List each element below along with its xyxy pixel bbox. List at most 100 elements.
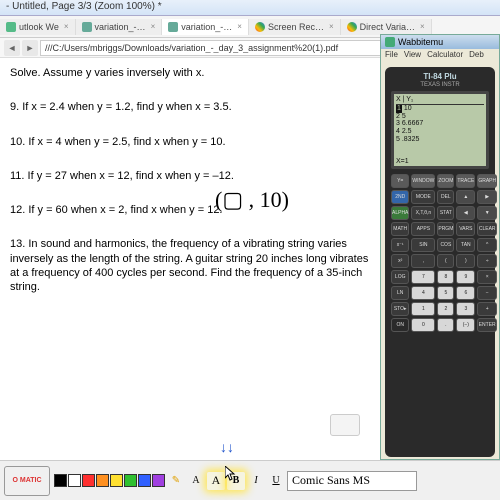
window-title-bar: - Untitled, Page 3/3 (Zoom 100%) * [0,0,500,16]
key-5[interactable]: 5 [437,286,454,300]
key-stat[interactable]: STAT [437,206,454,220]
key-lparen[interactable]: ( [437,254,454,268]
menu-calculator[interactable]: Calculator [427,50,463,62]
key-vars[interactable]: VARS [456,222,475,236]
key-math[interactable]: MATH [391,222,409,236]
swatch-red[interactable] [82,474,95,487]
tab-direct-var[interactable]: Direct Varia…× [341,19,432,35]
recording-indicator[interactable] [330,414,360,436]
key-8[interactable]: 8 [437,270,454,284]
key-div[interactable]: ÷ [477,254,497,268]
swatch-purple[interactable] [152,474,165,487]
close-icon[interactable]: × [329,22,334,31]
key-tan[interactable]: TAN [456,238,475,252]
pen-tool[interactable]: ✎ [167,472,185,490]
key-neg[interactable]: (−) [456,318,475,332]
handwritten-annotation: (▢ , 10) [215,186,289,215]
close-icon[interactable]: × [237,22,242,31]
underline-button[interactable]: U [267,472,285,490]
key-inv[interactable]: x⁻¹ [391,238,409,252]
key-3[interactable]: 3 [456,302,475,316]
close-icon[interactable]: × [151,22,156,31]
wabbitemu-window[interactable]: Wabbitemu File View Calculator Deb TI-84… [380,34,500,460]
menu-debug[interactable]: Deb [469,50,484,62]
key-enter[interactable]: ENTER [477,318,497,332]
key-up[interactable]: ▲ [456,190,475,204]
key-add[interactable]: + [477,302,497,316]
calculator-body: TI-84 Plu TEXAS INSTR X | Y₁ 1 10 2 5 3 … [385,67,495,457]
screencast-logo-button[interactable]: O MATIC [4,466,50,496]
window-title: - Untitled, Page 3/3 (Zoom 100%) * [6,1,162,12]
key-9[interactable]: 9 [456,270,475,284]
key-on[interactable]: ON [391,318,409,332]
swatch-orange[interactable] [96,474,109,487]
close-icon[interactable]: × [420,22,425,31]
key-graph[interactable]: GRAPH [477,174,497,188]
key-7[interactable]: 7 [411,270,435,284]
forward-button[interactable]: ► [22,40,38,56]
key-6[interactable]: 6 [456,286,475,300]
key-4[interactable]: 4 [411,286,435,300]
key-trace[interactable]: TRACE [456,174,475,188]
calc-keypad: Y= WINDOW ZOOM TRACE GRAPH 2ND MODE DEL … [389,172,491,334]
key-left[interactable]: ◀ [456,206,475,220]
key-sin[interactable]: SIN [411,238,435,252]
key-log[interactable]: LOG [391,270,409,284]
key-del[interactable]: DEL [437,190,454,204]
key-rparen[interactable]: ) [456,254,475,268]
key-0[interactable]: 0 [411,318,435,332]
key-right[interactable]: ▶ [477,190,497,204]
key-sub[interactable]: − [477,286,497,300]
key-dot[interactable]: . [437,318,454,332]
key-sto[interactable]: STO▸ [391,302,409,316]
swatch-black[interactable] [54,474,67,487]
key-prgm[interactable]: PRGM [437,222,454,236]
tab-variation-1[interactable]: variation_-…× [76,19,163,35]
text-size-small[interactable]: A [187,472,205,490]
key-comma[interactable]: , [411,254,435,268]
key-down[interactable]: ▼ [477,206,497,220]
emu-title-bar[interactable]: Wabbitemu [381,35,499,49]
document-viewer[interactable]: Solve. Assume y varies inversely with x.… [0,58,380,460]
key-y[interactable]: Y= [391,174,409,188]
key-clear[interactable]: CLEAR [477,222,497,236]
tab-icon [168,22,178,32]
key-window[interactable]: WINDOW [411,174,435,188]
screen-row: 4 2.5 [396,128,484,136]
tab-screen-rec[interactable]: Screen Rec…× [249,19,341,35]
key-2nd[interactable]: 2ND [391,190,409,204]
swatch-yellow[interactable] [110,474,123,487]
key-cos[interactable]: COS [437,238,454,252]
tab-icon [347,22,357,32]
tab-variation-2[interactable]: variation_-…× [162,19,249,35]
question-12: 12. If y = 60 when x = 2, find x when y … [10,203,370,217]
tab-icon [255,22,265,32]
key-sq[interactable]: x² [391,254,409,268]
font-select[interactable] [287,471,417,491]
swatch-blue[interactable] [138,474,151,487]
close-icon[interactable]: × [64,22,69,31]
key-mul[interactable]: × [477,270,497,284]
key-pow[interactable]: ^ [477,238,497,252]
calc-model: TI-84 Plu [389,71,491,82]
key-mode[interactable]: MODE [411,190,435,204]
menu-file[interactable]: File [385,50,398,62]
key-alpha[interactable]: ALPHA [391,206,409,220]
key-2[interactable]: 2 [437,302,454,316]
key-ln[interactable]: LN [391,286,409,300]
menu-view[interactable]: View [404,50,421,62]
swatch-green[interactable] [124,474,137,487]
key-zoom[interactable]: ZOOM [437,174,454,188]
emu-icon [385,37,395,47]
calc-screen: X | Y₁ 1 10 2 5 3 6.6667 4 2.5 5 .8325 X… [391,91,489,169]
key-xt[interactable]: X,T,θ,n [411,206,435,220]
swatch-white[interactable] [68,474,81,487]
tab-outlook[interactable]: utlook We× [0,19,76,35]
text-size-large[interactable]: A [207,472,225,490]
key-apps[interactable]: APPS [411,222,435,236]
bold-button[interactable]: B [227,472,245,490]
key-1[interactable]: 1 [411,302,435,316]
italic-button[interactable]: I [247,472,265,490]
back-button[interactable]: ◄ [4,40,20,56]
tab-icon [82,22,92,32]
